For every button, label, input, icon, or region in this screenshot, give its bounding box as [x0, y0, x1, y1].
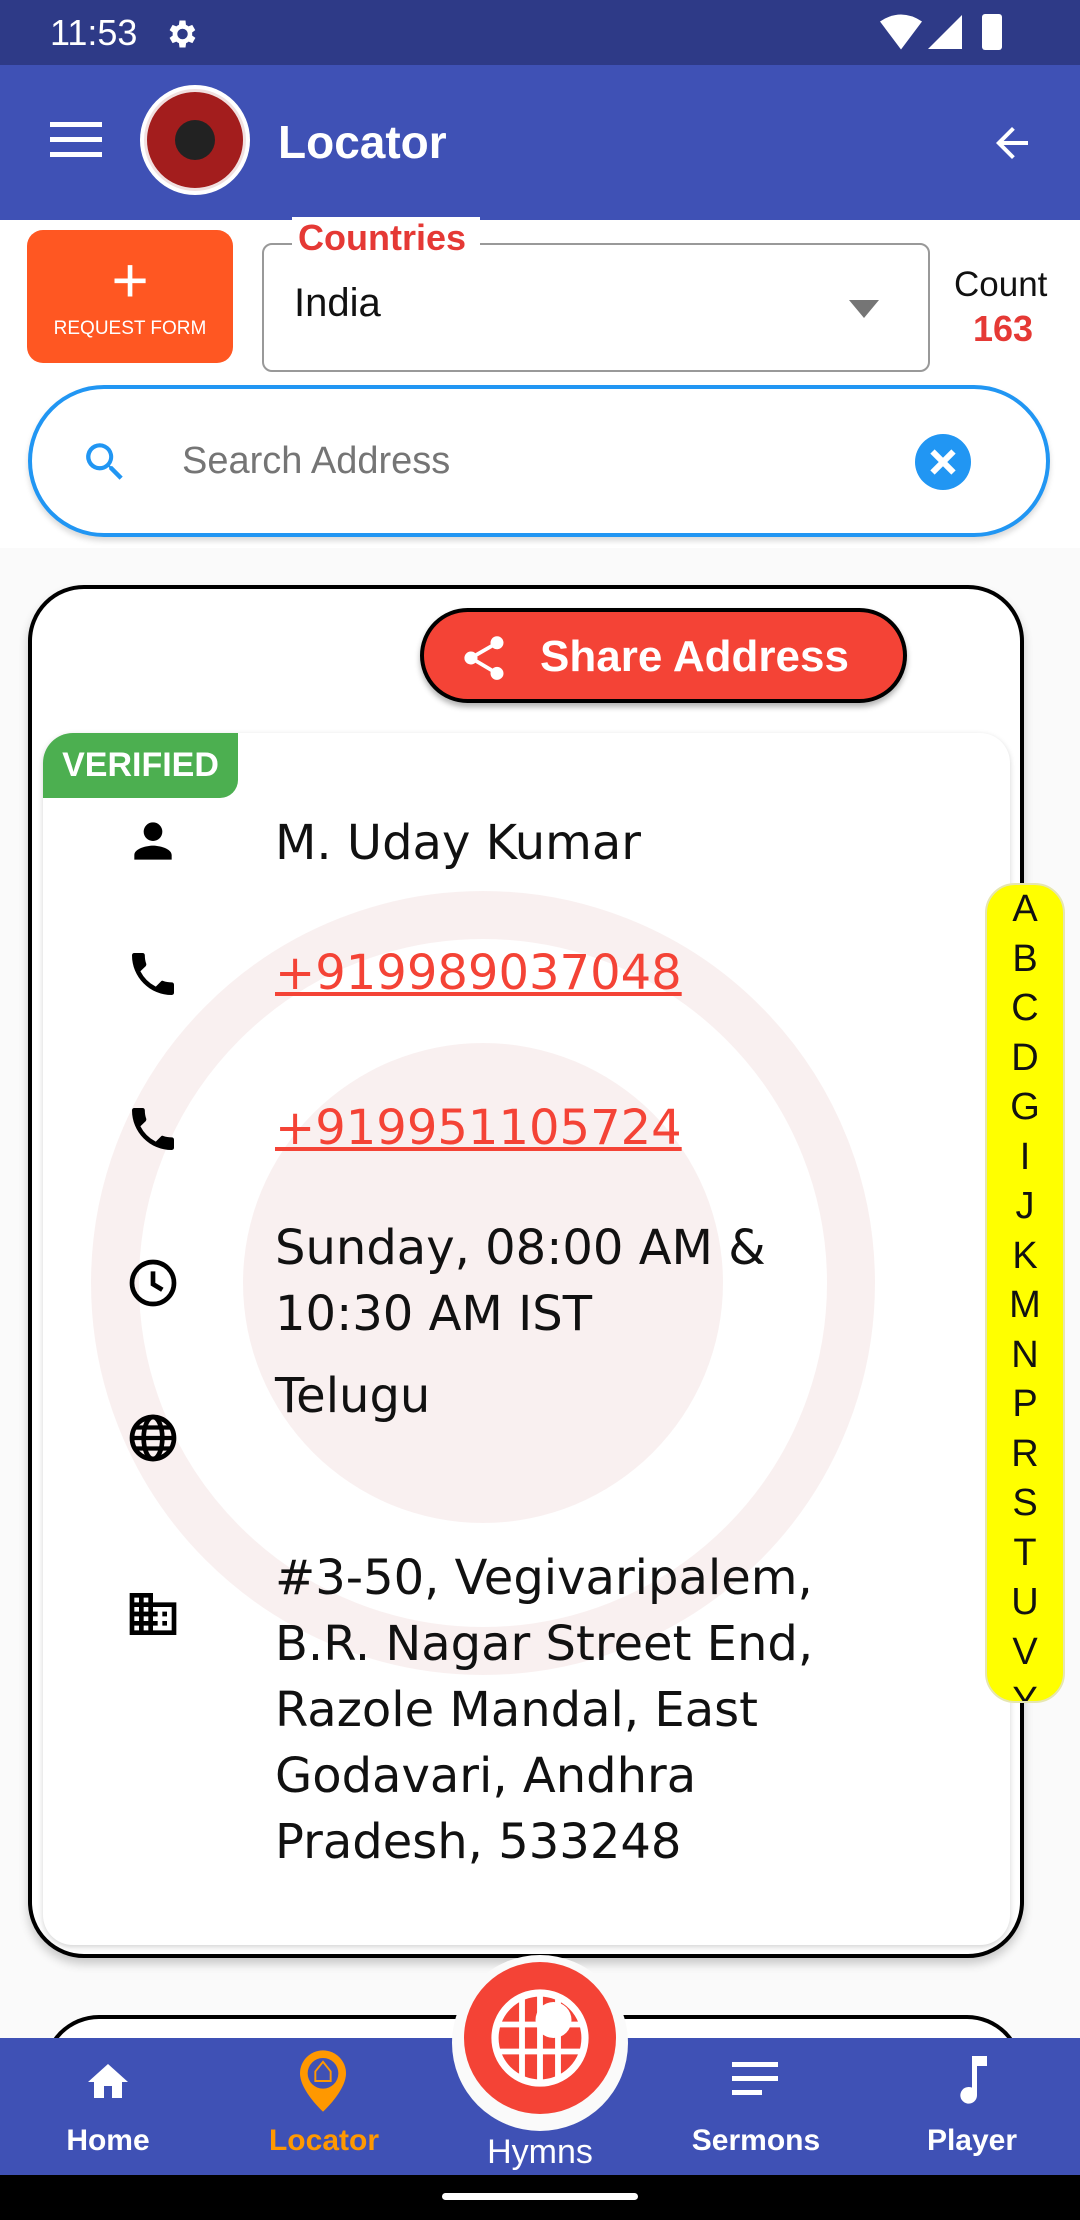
nav-sermons[interactable]: Sermons [648, 2038, 864, 2175]
alphabet-letter[interactable]: A [987, 885, 1063, 935]
sermons-list-icon [732, 2062, 778, 2095]
battery-icon [982, 14, 1002, 50]
search-input[interactable] [182, 425, 902, 497]
verified-badge: VERIFIED [43, 733, 238, 798]
home-icon [88, 2064, 128, 2098]
count-value: 163 [973, 308, 1034, 349]
alphabet-letter[interactable]: S [987, 1479, 1063, 1529]
nav-player[interactable]: Player [864, 2038, 1080, 2175]
share-address-label: Share Address [540, 632, 849, 681]
home-gesture-handle[interactable] [442, 2193, 638, 2200]
phone-icon [132, 1108, 174, 1150]
hymns-globe-icon [491, 1989, 589, 2087]
wifi-icon [880, 14, 922, 50]
countries-label: Countries [292, 217, 481, 259]
alphabet-letter[interactable]: V [987, 1628, 1063, 1678]
count-label: Count [954, 265, 1048, 304]
alphabet-letter[interactable]: C [987, 984, 1063, 1034]
countries-dropdown[interactable]: Countries India [262, 217, 930, 372]
alphabet-letter[interactable]: I [987, 1133, 1063, 1183]
search-icon [86, 443, 123, 480]
building-icon [129, 1593, 177, 1635]
alphabet-letter[interactable]: U [987, 1578, 1063, 1628]
alphabet-letter[interactable]: B [987, 935, 1063, 985]
search-bar [28, 385, 1050, 537]
status-time: 11:53 [50, 12, 138, 53]
nav-home[interactable]: Home [0, 2038, 216, 2175]
phone-link-1[interactable]: +919989037048 [275, 940, 682, 1006]
signal-icon [928, 15, 962, 49]
contact-name: M. Uday Kumar [275, 815, 642, 871]
globe-icon [129, 1414, 177, 1462]
phone-link-2[interactable]: +919951105724 [275, 1095, 682, 1161]
page-title: Locator [278, 116, 447, 168]
dropdown-arrow-icon [849, 300, 879, 318]
alphabet-letter[interactable]: P [987, 1380, 1063, 1430]
nav-locator[interactable]: Locator [216, 2038, 432, 2175]
gear-icon [169, 20, 196, 48]
app-logo [140, 85, 250, 195]
status-bar: 11:53 [0, 0, 1080, 65]
nav-player-label: Player [926, 2124, 1018, 2157]
request-form-label: REQUEST FORM [53, 318, 207, 339]
alphabet-index[interactable]: ABCDGIJKMNPRSTUVY [985, 883, 1065, 1703]
alphabet-letter[interactable]: K [987, 1232, 1063, 1282]
clock-icon [129, 1259, 177, 1307]
alphabet-letter[interactable]: M [987, 1281, 1063, 1331]
share-address-button[interactable]: Share Address [420, 608, 907, 703]
nav-sermons-label: Sermons [691, 2124, 821, 2157]
locator-pin-icon [300, 2050, 346, 2112]
nav-locator-label: Locator [268, 2124, 379, 2157]
app-bar: Locator [0, 65, 1080, 220]
menu-icon[interactable] [50, 120, 102, 160]
music-note-icon [960, 2056, 987, 2104]
address: #3-50, Vegivaripalem, B.R. Nagar Street … [275, 1550, 814, 1870]
nav-hymns-label: Hymns [487, 2133, 593, 2171]
language: Telugu [275, 1368, 431, 1424]
clear-search-icon[interactable] [915, 434, 971, 490]
phone-icon [132, 953, 174, 995]
plus-icon: + [111, 244, 149, 316]
back-arrow-icon[interactable] [988, 119, 1036, 167]
share-icon [464, 636, 504, 680]
system-nav-bar [0, 2175, 1080, 2220]
alphabet-letter[interactable]: N [987, 1331, 1063, 1381]
nav-home-label: Home [66, 2124, 150, 2157]
alphabet-letter[interactable]: J [987, 1182, 1063, 1232]
countries-value: India [294, 281, 381, 325]
address-details: VERIFIED M. Uday Kumar +919989037048 +91… [43, 733, 1010, 1945]
request-form-button[interactable]: + REQUEST FORM [27, 230, 233, 363]
hymns-fab[interactable] [464, 1962, 616, 2114]
service-time: Sunday, 08:00 AM & 10:30 AM IST [275, 1220, 766, 1342]
alphabet-letter[interactable]: D [987, 1034, 1063, 1084]
person-icon [134, 822, 172, 860]
alphabet-letter[interactable]: G [987, 1083, 1063, 1133]
alphabet-letter[interactable]: T [987, 1529, 1063, 1579]
alphabet-letter[interactable]: R [987, 1430, 1063, 1480]
